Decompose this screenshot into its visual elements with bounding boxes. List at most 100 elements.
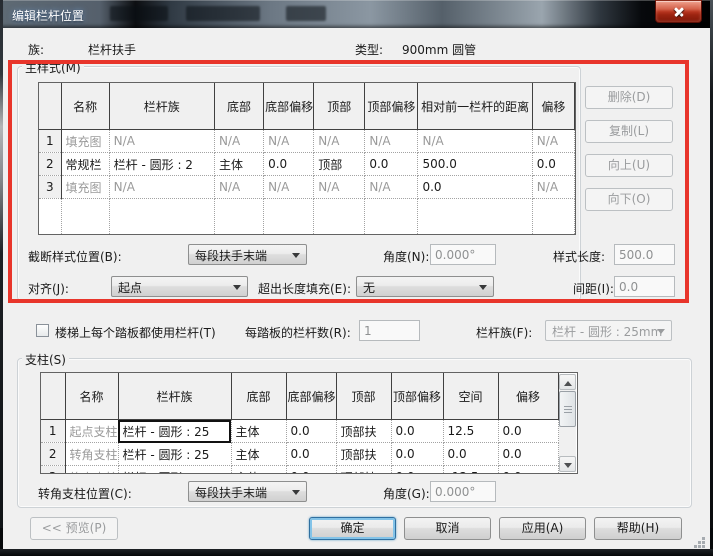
grid-cell[interactable]: N/A bbox=[532, 176, 574, 199]
grid-cell[interactable]: 顶部扶 bbox=[336, 420, 391, 443]
grid-cell[interactable]: 0.0 bbox=[443, 443, 498, 466]
tread-baluster-family-value: 栏杆 - 圆形 : 25mm bbox=[552, 325, 662, 339]
grid-cell[interactable]: 栏杆 - 圆形 : 2 bbox=[109, 153, 214, 176]
grid-cell[interactable]: 0.0 bbox=[532, 153, 574, 176]
grid-cell[interactable]: 12.5 bbox=[443, 420, 498, 443]
ok-button[interactable]: 确定 bbox=[309, 517, 396, 540]
justify-value: 起点 bbox=[118, 281, 142, 295]
grid-cell[interactable]: 0.0 bbox=[498, 466, 558, 475]
grid-cell[interactable]: 栏杆 - 圆形 : 25 bbox=[118, 443, 231, 466]
spacing-label: 间距(I): bbox=[573, 280, 614, 297]
grid-cell[interactable]: N/A bbox=[365, 176, 418, 199]
titlebar[interactable]: 编辑栏杆位置 bbox=[0, 0, 713, 28]
grid-cell[interactable]: -12.5 bbox=[443, 466, 498, 475]
grid-cell[interactable]: 500.0 bbox=[418, 153, 532, 176]
grid-cell[interactable]: N/A bbox=[214, 176, 263, 199]
grid-cell[interactable]: 0.0 bbox=[418, 176, 532, 199]
duplicate-button: 复制(L) bbox=[585, 120, 673, 143]
corner-angle-input bbox=[430, 481, 496, 502]
grid-cell[interactable]: 0.0 bbox=[498, 443, 558, 466]
grid-cell[interactable]: N/A bbox=[214, 130, 263, 153]
tread-baluster-family-label: 栏杆族(F): bbox=[476, 324, 532, 341]
grid-cell[interactable]: 主体 bbox=[231, 420, 286, 443]
grid-cell[interactable]: 转角支柱 bbox=[65, 443, 118, 466]
grid-cell[interactable]: 填充图 bbox=[61, 130, 109, 153]
break-pattern-select[interactable]: 每段扶手末端 bbox=[188, 244, 307, 265]
column-header: 顶部偏移 bbox=[391, 373, 443, 420]
grid-cell[interactable]: 0.0 bbox=[391, 443, 443, 466]
corner-angle-label: 角度(G): bbox=[383, 485, 430, 502]
filler-cell bbox=[264, 199, 314, 235]
grid-cell[interactable]: 顶部扶 bbox=[336, 443, 391, 466]
grid-cell[interactable]: 0.0 bbox=[391, 420, 443, 443]
column-header: 底部偏移 bbox=[264, 83, 314, 130]
posts-grid-scrollbar[interactable] bbox=[559, 374, 576, 472]
grid-cell[interactable]: N/A bbox=[109, 176, 214, 199]
grid-cell[interactable]: 起点支柱 bbox=[65, 420, 118, 443]
grid-cell[interactable]: 主体 bbox=[231, 466, 286, 475]
grid-cell[interactable]: 主体 bbox=[214, 153, 263, 176]
table-row: 3填充图N/AN/AN/AN/AN/A0.0N/A bbox=[39, 176, 575, 199]
grid-cell[interactable]: N/A bbox=[314, 130, 365, 153]
grid-cell[interactable]: 0.0 bbox=[286, 466, 336, 475]
column-header: 底部 bbox=[214, 83, 263, 130]
window-frame-bottom bbox=[0, 549, 713, 556]
grid-cell[interactable]: 0.0 bbox=[286, 420, 336, 443]
grid-cell[interactable]: N/A bbox=[365, 130, 418, 153]
row-header[interactable]: 3 bbox=[39, 176, 61, 199]
grid-cell[interactable]: N/A bbox=[264, 176, 314, 199]
grid-cell[interactable]: N/A bbox=[264, 130, 314, 153]
grid-cell[interactable]: 常规栏 bbox=[61, 153, 109, 176]
filler-row bbox=[39, 199, 575, 235]
pattern-length-input bbox=[614, 244, 675, 265]
filler-cell bbox=[39, 199, 61, 235]
grid-cell[interactable]: 填充图 bbox=[61, 176, 109, 199]
grid-cell[interactable]: N/A bbox=[418, 130, 532, 153]
help-button[interactable]: 帮助(H) bbox=[594, 517, 682, 540]
grid-cell[interactable]: 0.0 bbox=[286, 443, 336, 466]
grid-cell[interactable]: N/A bbox=[109, 130, 214, 153]
row-header[interactable]: 2 bbox=[41, 443, 65, 466]
grid-cell[interactable]: 终点支柱 bbox=[65, 466, 118, 475]
excess-fill-select[interactable]: 无 bbox=[356, 276, 494, 297]
chevron-down-icon bbox=[233, 285, 241, 294]
justify-select[interactable]: 起点 bbox=[111, 276, 248, 297]
grid-cell[interactable]: 主体 bbox=[231, 443, 286, 466]
corner-posts-select[interactable]: 每段扶手末端 bbox=[188, 481, 307, 502]
titlebar-background-artifact bbox=[186, 6, 260, 21]
grid-cell[interactable]: 顶部 bbox=[314, 153, 365, 176]
grid-cell[interactable]: 顶部扶 bbox=[336, 466, 391, 475]
row-header[interactable]: 1 bbox=[41, 420, 65, 443]
corner-posts-label: 转角支柱位置(C): bbox=[38, 485, 132, 502]
spacing-input bbox=[614, 276, 675, 297]
titlebar-background-artifact bbox=[286, 6, 326, 21]
cancel-button[interactable]: 取消 bbox=[404, 517, 491, 540]
window-title: 编辑栏杆位置 bbox=[12, 7, 84, 24]
filler-cell bbox=[214, 199, 263, 235]
break-pattern-value: 每段扶手末端 bbox=[195, 249, 267, 263]
scroll-up-button[interactable] bbox=[559, 374, 576, 390]
apply-button[interactable]: 应用(A) bbox=[499, 517, 586, 540]
close-button[interactable] bbox=[655, 0, 702, 23]
row-header[interactable]: 2 bbox=[39, 153, 61, 176]
resize-grip[interactable] bbox=[702, 537, 705, 540]
edit-baluster-placement-dialog: 编辑栏杆位置 族: 栏杆扶手 类型: 900mm 圆管 主样式(M) 名称栏杆族… bbox=[0, 0, 713, 556]
scrollbar-grip-icon bbox=[564, 406, 572, 407]
column-header: 底部偏移 bbox=[286, 373, 336, 420]
scrollbar-thumb[interactable] bbox=[559, 391, 576, 427]
grid-cell[interactable]: N/A bbox=[532, 130, 574, 153]
column-header bbox=[41, 373, 65, 420]
grid-cell[interactable]: 0.0 bbox=[264, 153, 314, 176]
row-header[interactable]: 1 bbox=[39, 130, 61, 153]
grid-cell-selected[interactable]: 栏杆 - 圆形 : 25 bbox=[118, 420, 231, 443]
balusters-per-tread-input bbox=[359, 320, 420, 341]
grid-cell[interactable]: 0.0 bbox=[365, 153, 418, 176]
grid-cell[interactable]: 0.0 bbox=[391, 466, 443, 475]
grid-cell[interactable]: N/A bbox=[314, 176, 365, 199]
row-header[interactable]: 3 bbox=[41, 466, 65, 475]
grid-cell[interactable]: 栏杆 - 圆形 : 25 bbox=[118, 466, 231, 475]
use-baluster-per-tread-checkbox[interactable] bbox=[36, 324, 49, 337]
column-header: 底部 bbox=[231, 373, 286, 420]
grid-cell[interactable]: 0.0 bbox=[498, 420, 558, 443]
scroll-down-button[interactable] bbox=[559, 456, 576, 472]
